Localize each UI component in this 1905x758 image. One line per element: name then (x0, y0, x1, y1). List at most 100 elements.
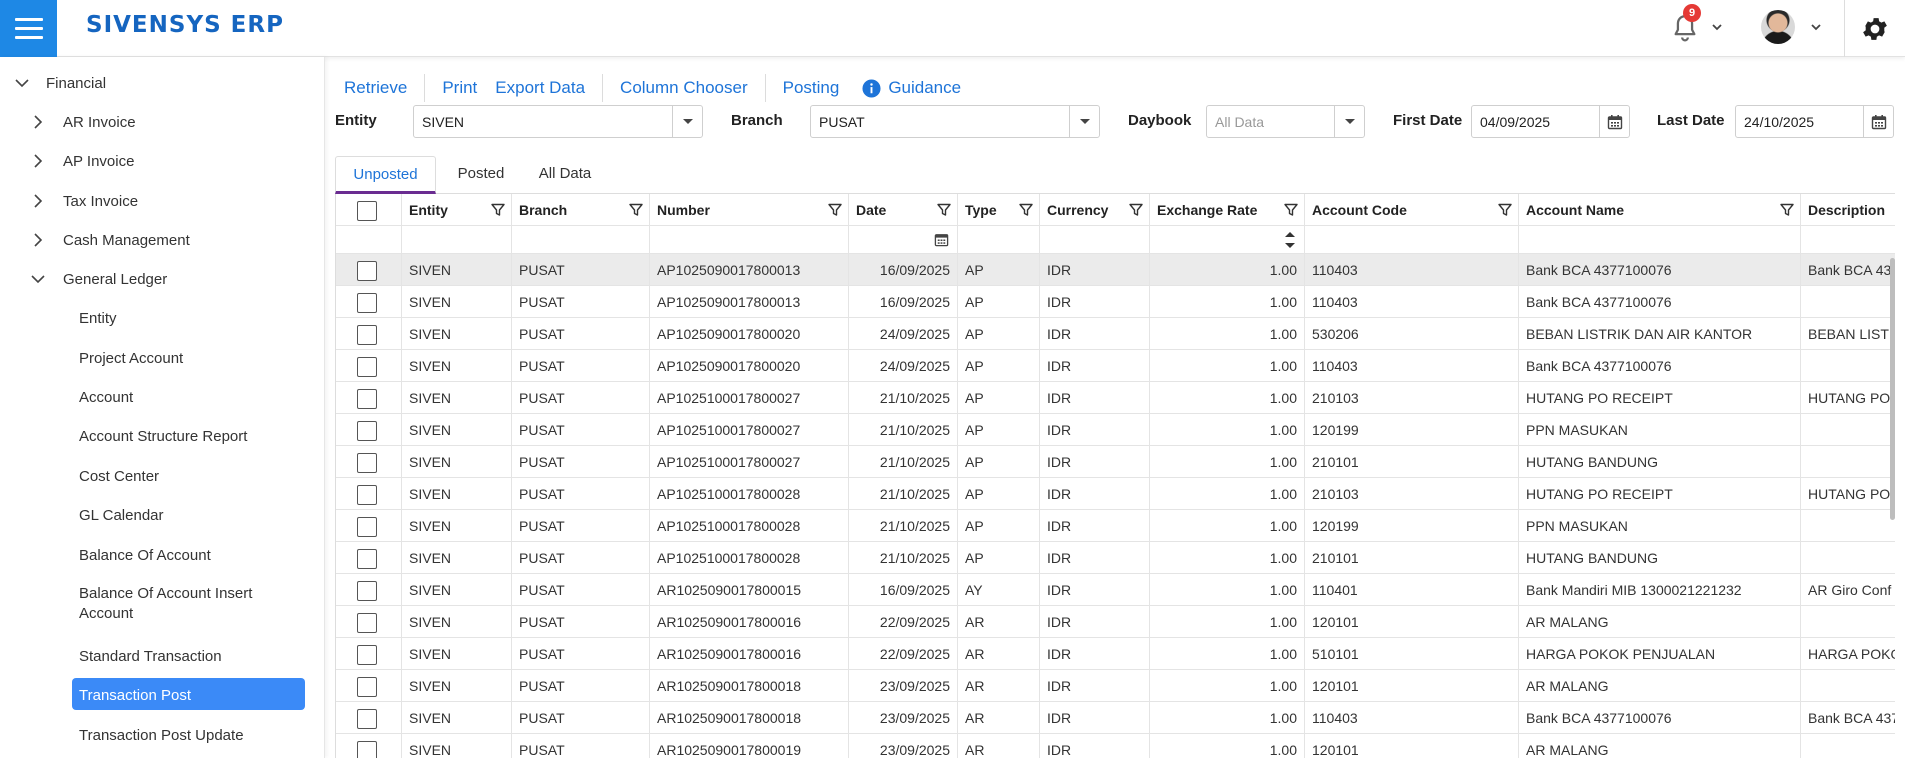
daybook-select[interactable]: All Data (1206, 105, 1365, 138)
column-header-number[interactable]: Number (650, 194, 849, 226)
sidebar-item-project-account[interactable]: Project Account (0, 347, 325, 371)
table-row[interactable]: SIVEN PUSAT AR1025090017800015 16/09/2025 AY… (336, 574, 1895, 606)
table-row[interactable]: SIVEN PUSAT AR1025090017800018 23/09/2025 AR… (336, 670, 1895, 702)
sidebar-item-tax-invoice[interactable]: Tax Invoice (0, 190, 325, 214)
column-filter-cell[interactable] (849, 226, 958, 254)
table-row[interactable]: SIVEN PUSAT AP1025100017800028 21/10/2025 AP… (336, 478, 1895, 510)
retrieve-button[interactable]: Retrieve (344, 78, 407, 98)
tab-unposted[interactable]: Unposted (335, 156, 436, 194)
row-checkbox[interactable] (357, 645, 377, 665)
column-filter-cell[interactable] (650, 226, 849, 254)
table-row[interactable]: SIVEN PUSAT AP1025100017800027 21/10/2025 AP… (336, 446, 1895, 478)
posting-button[interactable]: Posting (783, 78, 840, 98)
sidebar-item-balance-of-account[interactable]: Balance Of Account (0, 544, 325, 568)
row-checkbox[interactable] (357, 677, 377, 697)
column-header-currency[interactable]: Currency (1040, 194, 1150, 226)
sidebar-item-general-ledger[interactable]: General Ledger (0, 268, 325, 292)
filter-icon[interactable] (1019, 203, 1033, 217)
select-all-checkbox[interactable] (357, 201, 377, 221)
guidance-button[interactable]: Guidance (862, 78, 961, 98)
filter-icon[interactable] (1780, 203, 1794, 217)
menu-icon[interactable] (0, 0, 57, 57)
table-row[interactable]: SIVEN PUSAT AP1025090017800020 24/09/2025 AP… (336, 350, 1895, 382)
sidebar-item-financial[interactable]: Financial (0, 72, 325, 96)
column-header-description[interactable]: Description (1801, 194, 1895, 226)
row-checkbox[interactable] (357, 581, 377, 601)
branch-select[interactable]: PUSAT (810, 105, 1100, 138)
last-date-input[interactable]: 24/10/2025 (1735, 105, 1894, 138)
filter-icon[interactable] (828, 203, 842, 217)
filter-icon[interactable] (937, 203, 951, 217)
sidebar-item-balance-of-account-insert[interactable]: Balance Of Account Insert Account (0, 582, 325, 626)
column-filter-cell[interactable] (336, 226, 402, 254)
row-checkbox[interactable] (357, 709, 377, 729)
row-checkbox[interactable] (357, 741, 377, 758)
table-row[interactable]: SIVEN PUSAT AP1025100017800028 21/10/2025 AP… (336, 542, 1895, 574)
column-filter-cell[interactable] (512, 226, 650, 254)
table-row[interactable]: SIVEN PUSAT AP1025100017800027 21/10/2025 AP… (336, 382, 1895, 414)
row-checkbox[interactable] (357, 357, 377, 377)
spinner-icon[interactable] (1284, 229, 1296, 251)
sidebar-item-gl-calendar[interactable]: GL Calendar (0, 504, 325, 528)
filter-icon[interactable] (1129, 203, 1143, 217)
avatar[interactable] (1761, 10, 1795, 44)
column-header-exchange-rate[interactable]: Exchange Rate (1150, 194, 1305, 226)
table-row[interactable]: SIVEN PUSAT AR1025090017800018 23/09/2025 AR… (336, 702, 1895, 734)
filter-icon[interactable] (629, 203, 643, 217)
row-checkbox[interactable] (357, 453, 377, 473)
grid-scrollbar[interactable] (1890, 258, 1895, 520)
first-date-input[interactable]: 04/09/2025 (1471, 105, 1630, 138)
column-filter-cell[interactable] (1040, 226, 1150, 254)
column-filter-cell[interactable] (1801, 226, 1895, 254)
grid-filter-row[interactable] (336, 226, 1895, 254)
table-row[interactable]: SIVEN PUSAT AP1025100017800027 21/10/2025 AP… (336, 414, 1895, 446)
row-checkbox[interactable] (357, 325, 377, 345)
row-checkbox[interactable] (357, 517, 377, 537)
column-filter-cell[interactable] (958, 226, 1040, 254)
column-filter-cell[interactable] (1305, 226, 1519, 254)
filter-icon[interactable] (1284, 203, 1298, 217)
column-filter-cell[interactable] (1150, 226, 1305, 254)
column-header-branch[interactable]: Branch (512, 194, 650, 226)
dropdown-toggle[interactable] (1069, 106, 1099, 137)
print-button[interactable]: Print (442, 78, 477, 98)
tab-posted[interactable]: Posted (446, 156, 516, 194)
chevron-down-icon[interactable] (1710, 20, 1724, 34)
sidebar-item-cost-center[interactable]: Cost Center (0, 465, 325, 489)
row-checkbox[interactable] (357, 389, 377, 409)
table-row[interactable]: SIVEN PUSAT AR1025090017800016 22/09/2025 AR… (336, 638, 1895, 670)
sidebar-item-cash-management[interactable]: Cash Management (0, 229, 325, 253)
table-row[interactable]: SIVEN PUSAT AP1025090017800020 24/09/2025 AP… (336, 318, 1895, 350)
sidebar-item-ar-invoice[interactable]: AR Invoice (0, 111, 325, 135)
export-data-button[interactable]: Export Data (495, 78, 585, 98)
column-filter-cell[interactable] (402, 226, 512, 254)
grid-header-row[interactable]: Entity Branch Number Date Type Currency Exchan… (336, 194, 1895, 226)
tab-all-data[interactable]: All Data (530, 156, 600, 194)
dropdown-toggle[interactable] (672, 106, 702, 137)
sidebar-item-standard-transaction[interactable]: Standard Transaction (0, 645, 325, 669)
date-picker-button[interactable] (1599, 106, 1629, 137)
column-header-account-name[interactable]: Account Name (1519, 194, 1801, 226)
calendar-icon[interactable] (934, 232, 949, 247)
settings-button[interactable] (1844, 0, 1905, 57)
dropdown-toggle[interactable] (1334, 106, 1364, 137)
filter-icon[interactable] (1498, 203, 1512, 217)
chevron-down-icon[interactable] (1809, 20, 1823, 34)
sidebar-item-entity[interactable]: Entity (0, 307, 325, 331)
sidebar-item-ap-invoice[interactable]: AP Invoice (0, 150, 325, 174)
table-row[interactable]: SIVEN PUSAT AP1025090017800013 16/09/2025 AP… (336, 254, 1895, 286)
row-checkbox[interactable] (357, 293, 377, 313)
row-checkbox[interactable] (357, 261, 377, 281)
column-header-entity[interactable]: Entity (402, 194, 512, 226)
table-row[interactable]: SIVEN PUSAT AR1025090017800019 23/09/2025 AR… (336, 734, 1895, 758)
column-filter-cell[interactable] (1519, 226, 1801, 254)
filter-icon[interactable] (491, 203, 505, 217)
table-row[interactable]: SIVEN PUSAT AP1025090017800013 16/09/2025 AP… (336, 286, 1895, 318)
sidebar-item-account-structure-report[interactable]: Account Structure Report (0, 425, 325, 449)
sidebar-item-account[interactable]: Account (0, 386, 325, 410)
column-header-account-code[interactable]: Account Code (1305, 194, 1519, 226)
date-picker-button[interactable] (1863, 106, 1893, 137)
table-row[interactable]: SIVEN PUSAT AP1025100017800028 21/10/2025 AP… (336, 510, 1895, 542)
column-chooser-button[interactable]: Column Chooser (620, 78, 748, 98)
table-row[interactable]: SIVEN PUSAT AR1025090017800016 22/09/2025 AR… (336, 606, 1895, 638)
